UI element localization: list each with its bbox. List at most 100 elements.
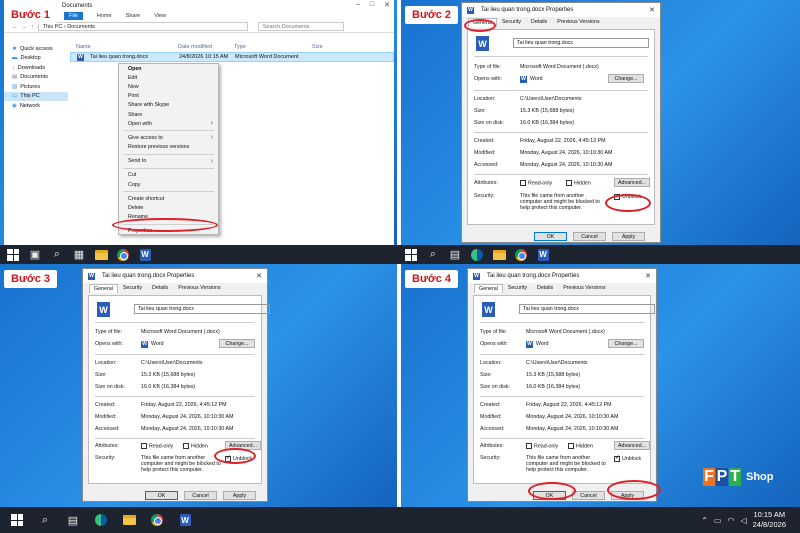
taskview-icon-right[interactable]: ▤ — [446, 246, 464, 263]
search-input[interactable]: Search Documents — [257, 22, 344, 31]
readonly-checkbox[interactable]: Read-only — [520, 180, 566, 186]
ribbon-tab-file[interactable]: File — [64, 12, 83, 20]
close-icon[interactable]: ✕ — [645, 272, 651, 280]
tab-security[interactable]: Security — [503, 283, 532, 293]
edge-icon[interactable] — [92, 512, 110, 529]
start-icon[interactable] — [4, 246, 22, 263]
ctx-share-skype[interactable]: Share with Skype — [119, 101, 218, 110]
folder-icon[interactable] — [120, 512, 138, 529]
chevron-up-icon[interactable]: ⌃ — [701, 516, 708, 525]
tab-details[interactable]: Details — [147, 283, 173, 293]
tab-security[interactable]: Security — [118, 283, 147, 293]
nav-downloads[interactable]: ↓ Downloads — [4, 63, 68, 73]
cancel-button[interactable]: Cancel — [184, 491, 217, 500]
minimize-icon[interactable]: – — [356, 1, 360, 9]
chrome-icon-right[interactable] — [512, 246, 530, 263]
apply-button[interactable]: Apply — [223, 491, 256, 500]
nav-pictures[interactable]: ▨ Pictures — [4, 82, 68, 92]
tab-general[interactable]: General — [474, 284, 503, 293]
word-taskbar-icon[interactable]: W — [136, 246, 154, 263]
start-icon-right[interactable] — [402, 246, 420, 263]
unblock-checkbox[interactable]: Unblock — [614, 454, 652, 462]
ctx-send-to[interactable]: Send to — [119, 157, 218, 166]
col-date[interactable]: Date modified — [178, 44, 234, 50]
ctx-restore-versions[interactable]: Restore previous versions — [119, 143, 218, 152]
clock[interactable]: 10:15 AM 24/8/2026 — [753, 510, 786, 530]
cancel-button[interactable]: Cancel — [572, 491, 605, 500]
ctx-cut[interactable]: Cut — [119, 171, 218, 180]
tab-details[interactable]: Details — [532, 283, 558, 293]
up-icon[interactable]: ↑ — [31, 24, 34, 30]
ctx-copy[interactable]: Copy — [119, 180, 218, 189]
folder-icon-right[interactable] — [490, 246, 508, 263]
col-name[interactable]: Name — [70, 44, 178, 50]
ctx-new[interactable]: New — [119, 82, 218, 91]
ribbon-tab-share[interactable]: Share — [126, 13, 141, 19]
ctx-share[interactable]: Share — [119, 110, 218, 119]
taskview-icon[interactable]: ▤ — [64, 512, 82, 529]
nav-this-pc[interactable]: ▭ This PC — [4, 91, 68, 101]
edge-icon-right[interactable] — [468, 246, 486, 263]
volume-icon[interactable]: ◁ — [740, 516, 746, 525]
close-icon[interactable]: ✕ — [256, 272, 262, 280]
tab-previous-versions[interactable]: Previous Versions — [558, 283, 610, 293]
filename-field[interactable]: Tai lieu quan trong.docx — [134, 304, 270, 314]
word-icon-right[interactable]: W — [534, 246, 552, 263]
ctx-create-shortcut[interactable]: Create shortcut — [119, 194, 218, 203]
hidden-checkbox[interactable]: Hidden — [568, 443, 593, 449]
nav-desktop[interactable]: ▬ Desktop — [4, 54, 68, 64]
battery-icon[interactable]: ▭ — [714, 516, 722, 525]
advanced-button[interactable]: Advanced... — [614, 441, 650, 450]
change-button[interactable]: Change... — [219, 339, 255, 348]
apply-button[interactable]: Apply — [612, 232, 645, 241]
back-icon[interactable]: ← — [12, 24, 18, 30]
filename-field[interactable]: Tai lieu quan trong.docx — [519, 304, 655, 314]
nav-quick-access[interactable]: ★ Quick access — [4, 44, 68, 54]
close-icon[interactable]: ✕ — [384, 1, 390, 9]
start-icon[interactable] — [8, 512, 26, 529]
word-taskbar-icon[interactable]: W — [176, 512, 194, 529]
change-button[interactable]: Change... — [608, 74, 644, 83]
ctx-edit[interactable]: Edit — [119, 73, 218, 82]
ok-button[interactable]: OK — [534, 232, 567, 241]
tab-general[interactable]: General — [89, 284, 118, 293]
maximize-icon[interactable]: □ — [370, 1, 374, 9]
news-icon[interactable]: ▦ — [70, 246, 88, 263]
ctx-open-with[interactable]: Open with — [119, 119, 218, 128]
tab-security[interactable]: Security — [497, 17, 526, 27]
cancel-button[interactable]: Cancel — [573, 232, 606, 241]
ctx-open[interactable]: Open — [119, 64, 218, 73]
readonly-checkbox[interactable]: Read-only — [526, 443, 568, 449]
search-icon[interactable]: ⌕ — [36, 512, 54, 529]
tab-previous-versions[interactable]: Previous Versions — [552, 17, 604, 27]
change-button[interactable]: Change... — [608, 339, 644, 348]
ctx-delete[interactable]: Delete — [119, 203, 218, 212]
search-icon[interactable]: ⌕ — [48, 246, 66, 263]
search-icon-right[interactable]: ⌕ — [424, 246, 442, 263]
chrome-icon[interactable] — [114, 246, 132, 263]
tab-previous-versions[interactable]: Previous Versions — [173, 283, 225, 293]
ok-button[interactable]: OK — [145, 491, 178, 500]
folder-icon[interactable] — [92, 246, 110, 263]
nav-network[interactable]: ◉ Network — [4, 101, 68, 111]
file-row-selected[interactable]: W Tai lieu quan trong.docx 24/8/2026 10:1… — [70, 52, 394, 62]
tab-details[interactable]: Details — [526, 17, 552, 27]
chrome-icon[interactable] — [148, 512, 166, 529]
close-icon[interactable]: ✕ — [649, 6, 655, 14]
filename-field[interactable]: Tai lieu quan trong.docx — [513, 38, 649, 48]
wifi-icon[interactable]: ◠ — [727, 516, 734, 525]
forward-icon[interactable]: → — [22, 24, 28, 30]
address-bar[interactable]: This PC › Documents — [37, 22, 248, 31]
col-type[interactable]: Type — [234, 44, 312, 50]
readonly-checkbox[interactable]: Read-only — [141, 443, 183, 449]
hidden-checkbox[interactable]: Hidden — [566, 180, 591, 186]
ribbon-tab-view[interactable]: View — [154, 13, 166, 19]
chat-icon[interactable]: ▣ — [26, 246, 44, 263]
hidden-checkbox[interactable]: Hidden — [183, 443, 208, 449]
col-size[interactable]: Size — [312, 44, 323, 50]
advanced-button[interactable]: Advanced... — [614, 178, 650, 187]
ribbon-tab-home[interactable]: Home — [97, 13, 112, 19]
nav-documents[interactable]: ▤ Documents — [4, 73, 68, 83]
ctx-print[interactable]: Print — [119, 92, 218, 101]
ctx-give-access[interactable]: Give access to — [119, 133, 218, 142]
